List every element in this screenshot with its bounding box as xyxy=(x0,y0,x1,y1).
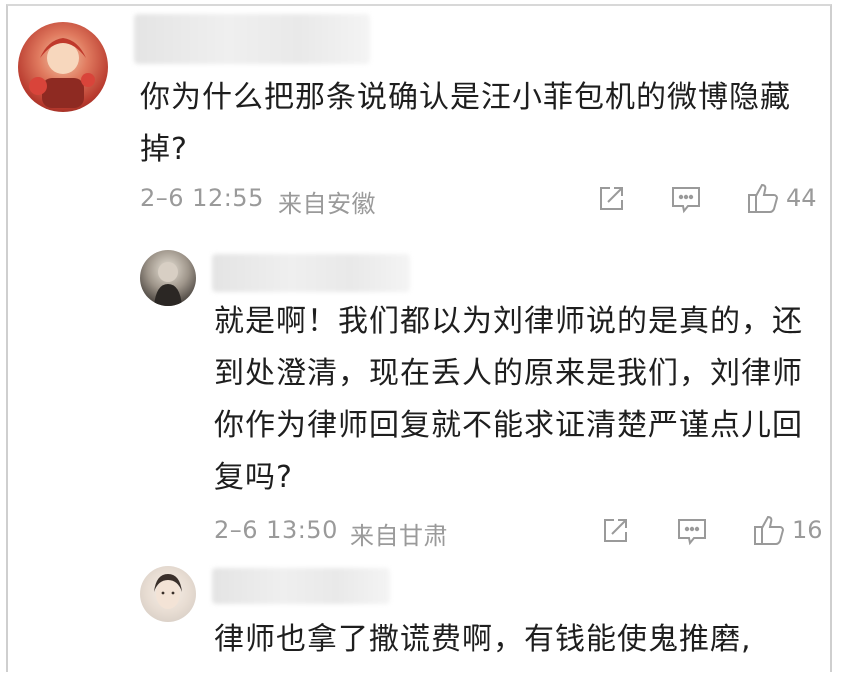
thumbs-up-icon xyxy=(748,183,779,213)
reply-button[interactable] xyxy=(676,516,708,546)
like-count: 44 xyxy=(786,184,817,212)
comment-location: 来自安徽 xyxy=(278,190,376,218)
like-count: 16 xyxy=(792,516,823,544)
comment-icon xyxy=(678,519,706,546)
share-icon xyxy=(604,519,627,542)
comment-time: 2–6 12:55 xyxy=(140,184,264,212)
like-button[interactable]: 16 xyxy=(752,514,823,546)
comment-text: 你为什么把那条说确认是汪小菲包机的微博隐藏掉? xyxy=(140,80,791,167)
comment-time: 2–6 13:50 xyxy=(214,516,338,544)
avatar[interactable] xyxy=(18,22,108,112)
reply-button[interactable] xyxy=(670,184,702,214)
share-icon xyxy=(600,187,623,210)
username-blurred[interactable] xyxy=(134,14,370,64)
like-button[interactable]: 44 xyxy=(746,182,817,214)
avatar[interactable] xyxy=(140,250,196,306)
comment-text: 律师也拿了撒谎费啊，有钱能使鬼推磨, xyxy=(214,622,752,657)
comment-icon xyxy=(672,187,700,214)
share-button[interactable] xyxy=(600,516,630,546)
thumbs-up-icon xyxy=(754,515,785,545)
comment-location: 来自甘肃 xyxy=(350,522,448,550)
avatar[interactable] xyxy=(140,566,196,622)
username-blurred[interactable] xyxy=(212,568,390,604)
username-blurred[interactable] xyxy=(212,254,410,292)
share-button[interactable] xyxy=(596,184,626,214)
comment-text: 就是啊！我们都以为刘律师说的是真的，还到处澄清，现在丢人的原来是我们，刘律师你作… xyxy=(214,304,803,495)
